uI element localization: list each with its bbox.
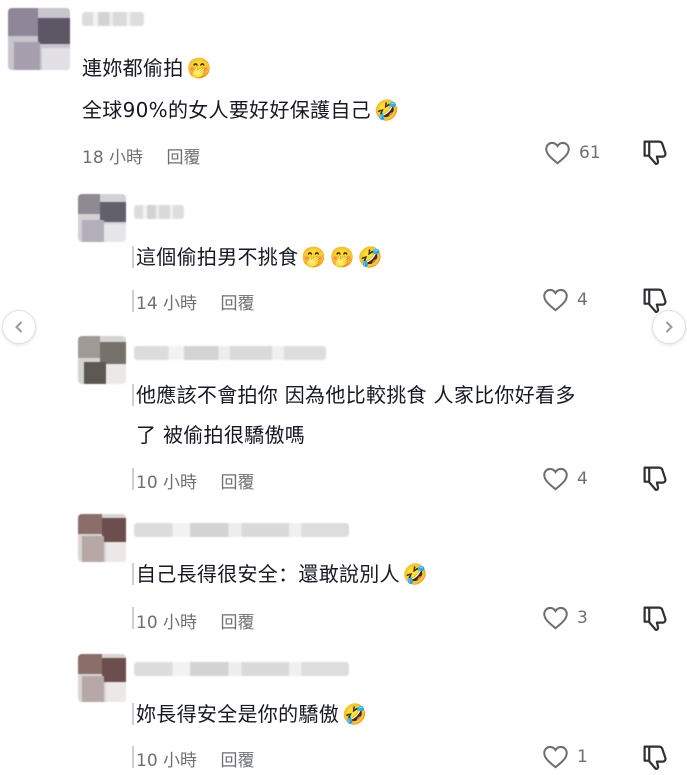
comment-text-line: 這個偷拍男不挑食 [136,245,299,269]
next-arrow-button[interactable] [652,310,686,344]
comment-text-line: 了 被偷拍很驕傲嗎 [136,423,306,447]
thumbs-down-outline-icon [643,606,667,631]
avatar[interactable] [78,336,126,384]
thumbs-down-outline-icon [643,140,667,165]
text-caret [132,246,134,268]
timestamp: 10 小時 [136,613,198,633]
emoji: 🤭 [186,56,212,80]
text-caret [132,290,134,312]
comment-meta: 14 小時 回覆 [136,289,254,314]
comment-text-line: 自己長得很安全：還敢說別人 [136,562,400,586]
comment-text: 連妳都偷拍 🤭 全球90%的女人要好好保護自己 🤣 [82,50,399,128]
like-count: 3 [577,607,588,628]
text-caret [132,746,134,768]
like-count: 4 [577,468,588,489]
text-caret [132,703,134,725]
comment-text: 這個偷拍男不挑食 🤭 🤭 🤣 [136,239,383,275]
text-caret [132,384,134,406]
emoji: 🤣 [357,245,384,269]
reply-button[interactable]: 回覆 [220,468,254,493]
heart-outline-icon [543,467,568,491]
emoji: 🤭 [301,245,327,269]
username[interactable] [134,523,349,537]
emoji: 🤭 [329,245,355,269]
like-count: 4 [577,289,588,310]
like-button[interactable]: 1 [542,744,588,769]
text-caret [132,563,134,585]
emoji: 🤣 [373,98,400,122]
like-count: 1 [577,746,588,767]
timestamp: 10 小時 [136,751,198,771]
reply-button[interactable]: 回覆 [220,608,254,633]
like-button[interactable]: 3 [542,605,588,630]
like-button[interactable]: 4 [542,466,588,491]
thumbs-down-outline-icon [643,745,667,770]
dislike-button[interactable] [640,464,670,496]
comment-meta: 10 小時 回覆 [136,468,254,493]
dislike-button[interactable] [640,604,670,636]
chevron-right-icon [665,321,673,333]
comment-text-line: 全球90%的女人要好好保護自己 [82,98,371,122]
comment-text: 他應該不會拍你 因為他比較挑食 人家比你好看多 了 被偷拍很驕傲嗎 [136,377,576,453]
comment-text-line: 連妳都偷拍 [82,56,184,80]
comment-text-line: 他應該不會拍你 因為他比較挑食 人家比你好看多 [136,383,576,407]
comment-text: 自己長得很安全：還敢說別人 🤣 [136,556,428,592]
timestamp: 18 小時 [82,148,144,168]
comment-meta: 10 小時 回覆 [136,746,254,771]
comment-text-line: 妳長得安全是你的驕傲 [136,702,339,726]
comment-meta: 10 小時 回覆 [136,608,254,633]
heart-outline-icon [543,288,568,312]
username[interactable] [134,205,184,219]
timestamp: 10 小時 [136,473,198,493]
text-caret [132,607,134,629]
heart-outline-icon [543,606,568,630]
avatar[interactable] [78,194,126,242]
thumbs-down-outline-icon [643,466,667,491]
avatar[interactable] [8,8,70,70]
reply-button[interactable]: 回覆 [220,746,254,771]
emoji: 🤣 [402,562,429,586]
comment-meta: 18 小時 回覆 [82,143,200,168]
dislike-button[interactable] [640,743,670,775]
heart-outline-icon [543,745,568,769]
dislike-button[interactable] [640,138,670,170]
like-button[interactable]: 4 [542,287,588,312]
username[interactable] [134,662,349,676]
avatar[interactable] [78,514,126,562]
chevron-left-icon [15,321,23,333]
timestamp: 14 小時 [136,294,198,314]
username[interactable] [82,12,144,26]
avatar[interactable] [78,654,126,702]
comment-text: 妳長得安全是你的驕傲 🤣 [136,696,367,732]
reply-button[interactable]: 回覆 [220,289,254,314]
like-count: 61 [579,142,601,163]
text-caret [132,468,134,490]
heart-outline-icon [545,141,570,165]
prev-arrow-button[interactable] [2,310,36,344]
reply-button[interactable]: 回覆 [166,143,200,168]
emoji: 🤣 [342,702,368,726]
username[interactable] [134,346,326,360]
like-button[interactable]: 61 [544,140,601,165]
